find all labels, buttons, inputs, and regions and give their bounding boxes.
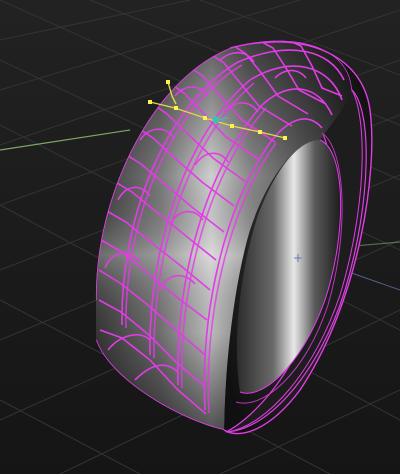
3d-viewport[interactable]	[0, 0, 400, 474]
viewport-scene[interactable]	[0, 0, 400, 474]
